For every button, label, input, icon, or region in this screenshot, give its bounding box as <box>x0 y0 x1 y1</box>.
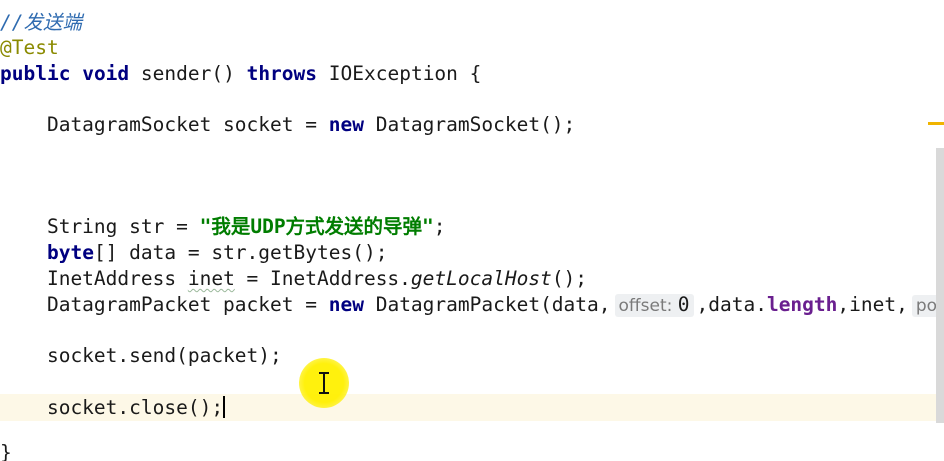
code-line-inet: InetAddress inet = InetAddress.getLocalH… <box>0 266 587 292</box>
parameter-hint-offset: offset: 0 <box>614 293 694 317</box>
inet-call-end: (); <box>551 267 588 290</box>
byte-decl: [] data = str.getBytes(); <box>93 241 388 264</box>
keyword-byte: byte <box>46 241 94 264</box>
code-line-string: String str = "我是UDP方式发送的导弹"; <box>0 214 446 240</box>
socket-ctor: DatagramSocket(); <box>363 113 576 136</box>
vertical-scrollbar[interactable] <box>936 148 944 423</box>
closing-brace: } <box>0 441 12 461</box>
keyword-void: void <box>82 62 130 85</box>
socket-decl: DatagramSocket socket = <box>0 113 329 136</box>
string-semicolon: ; <box>433 215 446 238</box>
send-statement: socket.send(packet); <box>0 344 282 367</box>
length-field: length <box>766 293 838 316</box>
string-literal: "我是UDP方式发送的导弹" <box>199 215 434 238</box>
keyword-public: public <box>0 62 71 85</box>
packet-args: ,data. <box>696 293 767 316</box>
code-line-method-signature: public void sender() throws IOException … <box>0 61 481 87</box>
method-signature: sender() <box>129 62 247 85</box>
code-line-send: socket.send(packet); <box>0 343 282 369</box>
code-line-socket: DatagramSocket socket = new DatagramSock… <box>0 112 575 138</box>
get-local-host-method: getLocalHost <box>410 267 552 290</box>
text-caret <box>223 396 226 418</box>
warning-marker[interactable] <box>928 122 944 125</box>
code-line-close: socket.close(); <box>0 395 226 421</box>
inet-assign: = InetAddress. <box>234 267 411 290</box>
keyword-throws: throws <box>246 62 318 85</box>
annotation-text: @Test <box>0 36 59 59</box>
packet-ctor-start: DatagramPacket(data, <box>363 293 611 316</box>
close-statement: socket.close(); <box>0 396 224 419</box>
code-editor[interactable]: //发送端 @Test public void sender() throws … <box>0 0 944 461</box>
packet-args-2: ,inet, <box>837 293 908 316</box>
code-line-comment: //发送端 <box>0 10 82 36</box>
comment-text: //发送端 <box>0 11 82 34</box>
packet-decl: DatagramPacket packet = <box>0 293 329 316</box>
inet-variable: inet <box>187 267 235 290</box>
inet-decl: InetAddress <box>0 267 188 290</box>
i-beam-icon <box>319 372 329 394</box>
keyword-new: new <box>328 293 364 316</box>
keyword-new: new <box>328 113 364 136</box>
hint-offset-label: offset: <box>618 296 673 316</box>
code-line-annotation: @Test <box>0 35 59 61</box>
code-line-closing-brace: } <box>0 440 12 461</box>
method-signature-tail: IOException { <box>317 62 482 85</box>
code-line-packet: DatagramPacket packet = new DatagramPack… <box>0 292 944 318</box>
string-decl: String str = <box>0 215 200 238</box>
hint-offset-value: 0 <box>677 293 690 316</box>
code-line-byte: byte[] data = str.getBytes(); <box>0 240 387 266</box>
